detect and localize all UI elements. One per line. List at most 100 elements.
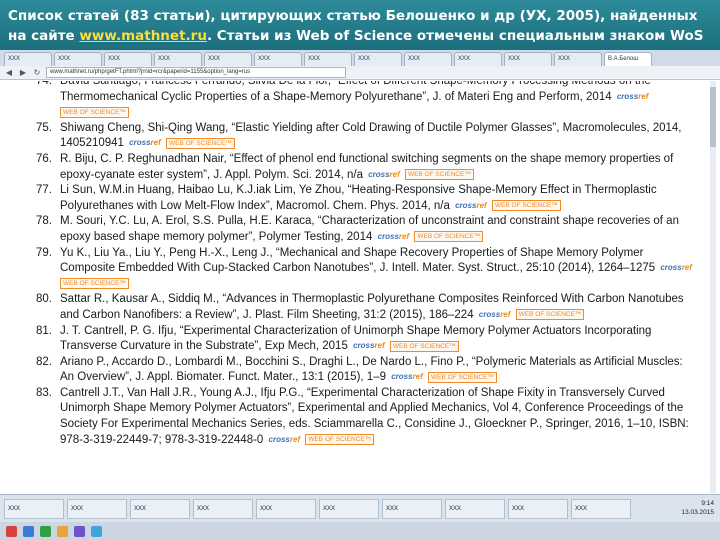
wos-badge[interactable]: WEB OF SCIENCE™ xyxy=(414,231,484,243)
crossref-badge-cross: cross xyxy=(616,91,639,101)
browser-tab[interactable]: ХХХ xyxy=(4,52,52,66)
browser-tab[interactable]: ХХХ xyxy=(204,52,252,66)
reference-citation: Li Sun, W.M.in Huang, Haibao Lu, K.J.iak… xyxy=(60,184,657,212)
reference-item: 79. Yu K., Liu Ya., Liu Y., Peng H.-X., L… xyxy=(6,246,712,293)
powerpoint-app-icon[interactable] xyxy=(74,525,85,537)
reference-citation: Sattar R., Kausar A., Siddiq M., “Advanc… xyxy=(60,293,684,321)
reference-item: 74. David Santiago, Francesc Ferrando, Si… xyxy=(6,81,712,121)
quick-launch-bar xyxy=(0,522,720,540)
reference-item: 82. Ariano P., Accardo D., Lombardi M., B… xyxy=(6,355,712,386)
crossref-badge-cross: cross xyxy=(391,372,413,382)
browser-tab[interactable]: ХХХ xyxy=(54,52,102,66)
wos-badge[interactable]: WEB OF SCIENCE™ xyxy=(428,371,497,383)
reference-text: Sattar R., Kausar A., Siddiq M., “Advanc… xyxy=(36,292,694,323)
page-scrollbar[interactable] xyxy=(710,81,716,493)
taskbar-window-button[interactable]: ХХХ xyxy=(382,498,442,519)
mathnet-link[interactable]: www.mathnet.ru xyxy=(79,28,207,44)
reference-citation: Ariano P., Accardo D., Lombardi M., Bocc… xyxy=(60,355,683,384)
reference-item: 81. J. T. Cantrell, P. G. Ifju, “Experime… xyxy=(6,324,712,355)
browser-toolbar: ◀ ▶ ↻ www.mathnet.ru/php/getFT.phtml?jrn… xyxy=(0,66,720,80)
address-bar[interactable]: www.mathnet.ru/php/getFT.phtml?jrnid=rcr… xyxy=(46,67,346,78)
wos-badge[interactable]: WEB OF SCIENCE™ xyxy=(60,278,129,290)
wos-badge[interactable]: WEB OF SCIENCE™ xyxy=(515,309,585,321)
clock-time: 9:14 xyxy=(701,500,714,507)
reference-text: R. Biju, C. P. Reghunadhan Nair, “Effect… xyxy=(36,152,694,183)
browser-tab[interactable]: ХХХ xyxy=(554,52,602,66)
crossref-badge-cross: cross xyxy=(377,231,399,241)
reference-citation: Yu K., Liu Ya., Liu Y., Peng H.-X., Leng… xyxy=(60,246,656,275)
slide-title-text-2: . Статьи из Web of Science отмечены спец… xyxy=(206,28,704,44)
crossref-badge[interactable]: crossref xyxy=(267,435,303,445)
windows-taskbar: ХХХ ХХХ ХХХ ХХХ ХХХ ХХХ ХХХ ХХХ ХХХ ХХХ 9:14 13.0… xyxy=(0,494,720,522)
browser-tab[interactable]: ХХХ xyxy=(504,52,552,66)
browser-tab[interactable]: ХХХ xyxy=(254,52,302,66)
crossref-badge[interactable]: crossref xyxy=(351,341,387,351)
scrollbar-thumb[interactable] xyxy=(710,87,716,147)
crossref-badge-cross: cross xyxy=(129,138,151,148)
reload-icon[interactable]: ↻ xyxy=(32,68,42,78)
crossref-badge[interactable]: crossref xyxy=(127,138,163,148)
crossref-badge[interactable]: crossref xyxy=(477,310,513,320)
taskbar-window-button[interactable]: ХХХ xyxy=(130,498,190,519)
reference-item: 75. Shiwang Cheng, Shi-Qing Wang, “Elasti… xyxy=(6,121,712,152)
taskbar-window-button[interactable]: ХХХ xyxy=(571,498,631,519)
taskbar-window-button[interactable]: ХХХ xyxy=(319,498,379,519)
wos-badge[interactable]: WEB OF SCIENCE™ xyxy=(60,106,129,118)
reference-number: 74. xyxy=(36,81,52,87)
crossref-badge[interactable]: crossref xyxy=(389,372,425,382)
reference-text: Li Sun, W.M.in Huang, Haibao Lu, K.J.iak… xyxy=(36,183,694,214)
browser-tab[interactable]: ХХХ xyxy=(304,52,352,66)
taskbar-window-button[interactable]: ХХХ xyxy=(4,498,64,519)
crossref-badge-ref: ref xyxy=(289,434,301,444)
taskbar-window-button[interactable]: ХХХ xyxy=(193,498,253,519)
taskbar-window-button[interactable]: ХХХ xyxy=(256,498,316,519)
reference-number: 82. xyxy=(36,355,52,368)
crossref-badge[interactable]: crossref xyxy=(658,263,694,273)
browser-tab[interactable]: В.А.Белош xyxy=(604,52,652,66)
reference-number: 83. xyxy=(36,386,52,399)
folder-app-icon[interactable] xyxy=(57,525,68,537)
crossref-badge[interactable]: crossref xyxy=(366,170,402,180)
crossref-badge[interactable]: crossref xyxy=(615,92,651,102)
reference-text: David Santiago, Francesc Ferrando, Silvi… xyxy=(36,81,694,121)
browser-tab[interactable]: ХХХ xyxy=(104,52,152,66)
taskbar-window-button[interactable]: ХХХ xyxy=(67,498,127,519)
crossref-badge-ref: ref xyxy=(150,138,161,148)
wos-badge[interactable]: WEB OF SCIENCE™ xyxy=(404,169,474,181)
pdf-app-icon[interactable] xyxy=(6,525,17,537)
back-icon[interactable]: ◀ xyxy=(4,68,14,78)
crossref-badge-ref: ref xyxy=(412,372,423,382)
taskbar-window-button[interactable]: ХХХ xyxy=(508,498,568,519)
crossref-badge[interactable]: crossref xyxy=(376,232,412,242)
reference-citation: David Santiago, Francesc Ferrando, Silvi… xyxy=(60,81,651,103)
forward-icon[interactable]: ▶ xyxy=(18,68,28,78)
crossref-badge-ref: ref xyxy=(681,263,692,273)
word-app-icon[interactable] xyxy=(23,525,34,537)
wos-badge[interactable]: WEB OF SCIENCE™ xyxy=(165,137,235,149)
system-clock[interactable]: 9:14 13.03.2015 xyxy=(681,499,714,517)
taskbar-window-button[interactable]: ХХХ xyxy=(445,498,505,519)
reference-list: 74. David Santiago, Francesc Ferrando, Si… xyxy=(6,81,712,493)
reference-text: Ariano P., Accardo D., Lombardi M., Bocc… xyxy=(36,355,694,386)
wos-badge[interactable]: WEB OF SCIENCE™ xyxy=(491,200,561,212)
browser-tab[interactable]: ХХХ xyxy=(354,52,402,66)
browser-tab[interactable]: ХХХ xyxy=(404,52,452,66)
browser-tabstrip: ХХХ ХХХ ХХХ ХХХ ХХХ ХХХ ХХХ ХХХ ХХХ ХХХ ХХХ ХХХ В.А.… xyxy=(0,50,720,66)
reference-item: 76. R. Biju, C. P. Reghunadhan Nair, “Eff… xyxy=(6,152,712,183)
wos-badge[interactable]: WEB OF SCIENCE™ xyxy=(389,340,459,352)
browser-app-icon[interactable] xyxy=(91,525,102,537)
reference-text: Yu K., Liu Ya., Liu Y., Peng H.-X., Leng… xyxy=(36,246,694,293)
browser-tab[interactable]: ХХХ xyxy=(154,52,202,66)
crossref-badge-ref: ref xyxy=(500,309,511,319)
reference-number: 77. xyxy=(36,184,52,197)
reference-text: Cantrell J.T., Van Hall J.R., Young A.J.… xyxy=(36,386,694,448)
excel-app-icon[interactable] xyxy=(40,525,51,537)
crossref-badge[interactable]: crossref xyxy=(453,201,489,211)
crossref-badge-ref: ref xyxy=(389,169,400,179)
reference-number: 76. xyxy=(36,152,52,165)
wos-badge[interactable]: WEB OF SCIENCE™ xyxy=(305,434,375,446)
crossref-badge-cross: cross xyxy=(353,341,375,351)
reference-item: 80. Sattar R., Kausar A., Siddiq M., “Adv… xyxy=(6,292,712,323)
reference-number: 80. xyxy=(36,293,52,306)
browser-tab[interactable]: ХХХ xyxy=(454,52,502,66)
